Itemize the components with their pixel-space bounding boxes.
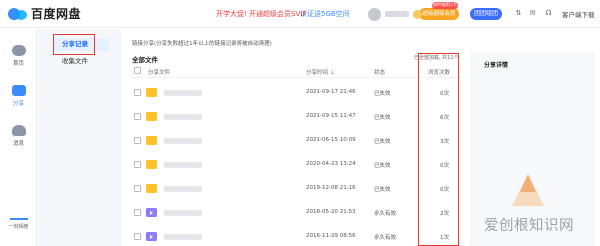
table-row[interactable]: 2021-09-15 11:47 已失效 6次 [132, 107, 462, 129]
share-status: 永久有效 [374, 211, 397, 217]
nav-label: 首页 [12, 61, 24, 67]
contacts-icon [11, 125, 26, 136]
col-name: 分享文件 [148, 70, 171, 76]
avatar[interactable] [368, 8, 381, 21]
highlight-box-views-column [418, 53, 459, 246]
share-status: 永久有效 [374, 235, 397, 241]
highlight-box-share-records [53, 34, 95, 55]
file-name-blurred[interactable] [164, 162, 202, 168]
share-icon [11, 85, 26, 96]
table-row[interactable]: 2016-11-29 08:56 永久有效 1次 [132, 227, 462, 246]
subnav-collect-files[interactable]: 收集文件 [53, 55, 109, 68]
file-name-blurred[interactable] [164, 90, 202, 96]
row-checkbox[interactable] [134, 89, 141, 96]
nav-item-album[interactable]: 一刻相册 [2, 218, 35, 230]
row-checkbox[interactable] [134, 233, 141, 240]
transfer-icon[interactable]: ⇅ [514, 9, 523, 17]
logo-text: 百度网盘 [31, 7, 82, 21]
folder-icon [146, 184, 157, 193]
vip-promo-tag: 限时福利2元 [432, 2, 458, 9]
nav-label: 一刻相册 [8, 224, 29, 230]
share-time: 2018-05-20 21:53 [306, 209, 356, 215]
folder-icon [146, 136, 157, 145]
username-blurred[interactable] [385, 11, 409, 17]
video-file-icon [146, 232, 157, 241]
share-time: 2016-11-29 08:56 [306, 233, 356, 239]
select-all-checkbox[interactable] [134, 67, 141, 74]
page-notice: 链接分享(分享失败超过1年以上的链接记录将被自动清理) [132, 41, 272, 47]
share-time: 2021-09-15 11:47 [306, 113, 356, 119]
table-row[interactable]: 2021-06-15 10:09 已失效 3次 [132, 131, 462, 153]
promo-link[interactable]: 开学大促! 开通超级会员SVIP [216, 9, 307, 19]
folder-icon [146, 112, 157, 121]
file-name-blurred[interactable] [164, 114, 202, 120]
share-status: 已失效 [374, 163, 391, 169]
album-icon [9, 218, 28, 220]
top-bar: 百度网盘 开学大促! 开通超级会员SVIP 认证送5GB空间 超级超级会员 限时… [0, 0, 600, 28]
nav-label: 分享 [12, 101, 24, 107]
file-name-blurred[interactable] [164, 210, 202, 216]
client-download-link[interactable]: 客户端下载 [562, 9, 595, 19]
certify-link[interactable]: 认证送5GB空间 [300, 9, 350, 19]
share-time: 2020-04-23 13:24 [306, 161, 356, 167]
cloud-icon [11, 45, 26, 56]
col-time-label: 分享时间 [306, 70, 329, 76]
table-row[interactable]: 2018-05-20 21:53 永久有效 2次 [132, 203, 462, 225]
table-row[interactable]: 2021-09-17 21:46 已失效 0次 [132, 83, 462, 105]
nav-label: 消息 [12, 141, 24, 147]
table-row[interactable]: 2020-04-23 13:24 已失效 0次 [132, 155, 462, 177]
video-file-icon [146, 208, 157, 217]
share-status: 已失效 [374, 139, 391, 145]
share-status: 已失效 [374, 187, 391, 193]
col-time[interactable]: 分享时间 ↓ [306, 68, 335, 76]
group-join-button[interactable]: 团团组团 [470, 8, 502, 20]
sort-arrow-icon[interactable]: ↓ [330, 70, 335, 76]
section-title: 全部文件 [132, 56, 158, 64]
nav-item-messages[interactable]: 消息 [0, 125, 37, 147]
file-name-blurred[interactable] [164, 234, 202, 240]
watermark-pie-icon [512, 174, 544, 206]
folder-icon [146, 88, 157, 97]
main-nav: 首页 分享 消息 一刻相册 [0, 29, 37, 246]
share-time: 2019-12-08 21:16 [306, 185, 356, 191]
row-checkbox[interactable] [134, 209, 141, 216]
watermark-text: 爱创根知识网 [484, 218, 574, 234]
detail-title: 分享详情 [484, 62, 509, 69]
share-detail-panel: 分享详情 爱创根知识网 [470, 52, 595, 246]
row-checkbox[interactable] [134, 185, 141, 192]
cloud-logo-icon [8, 6, 28, 22]
nav-item-share[interactable]: 分享 [0, 85, 37, 107]
folder-icon [146, 160, 157, 169]
share-time: 2021-09-17 21:46 [306, 89, 356, 95]
file-name-blurred[interactable] [164, 186, 202, 192]
share-status: 已失效 [374, 115, 391, 121]
row-checkbox[interactable] [134, 137, 141, 144]
mail-icon[interactable]: ✉ [528, 9, 537, 17]
table-header: 分享文件 分享时间 ↓ 状态 浏览次数 [132, 64, 462, 78]
row-checkbox[interactable] [134, 161, 141, 168]
share-time: 2021-06-15 10:09 [306, 137, 356, 143]
col-status: 状态 [374, 70, 386, 76]
headset-icon[interactable]: ☊ [544, 9, 553, 17]
nav-item-home[interactable]: 首页 [0, 45, 37, 67]
row-checkbox[interactable] [134, 113, 141, 120]
vip-button[interactable]: 超级超级会员 [419, 8, 459, 20]
share-status: 已失效 [374, 91, 391, 97]
share-list-panel: 链接分享(分享失败超过1年以上的链接记录将被自动清理) 全部文件 已全部加载, … [122, 29, 467, 246]
file-name-blurred[interactable] [164, 138, 202, 144]
share-subnav: 分享记录 收集文件 [37, 29, 122, 246]
baidu-netdisk-logo[interactable]: 百度网盘 [8, 5, 81, 22]
crown-icon [413, 10, 422, 19]
table-row[interactable]: 2019-12-08 21:16 已失效 0次 [132, 179, 462, 201]
